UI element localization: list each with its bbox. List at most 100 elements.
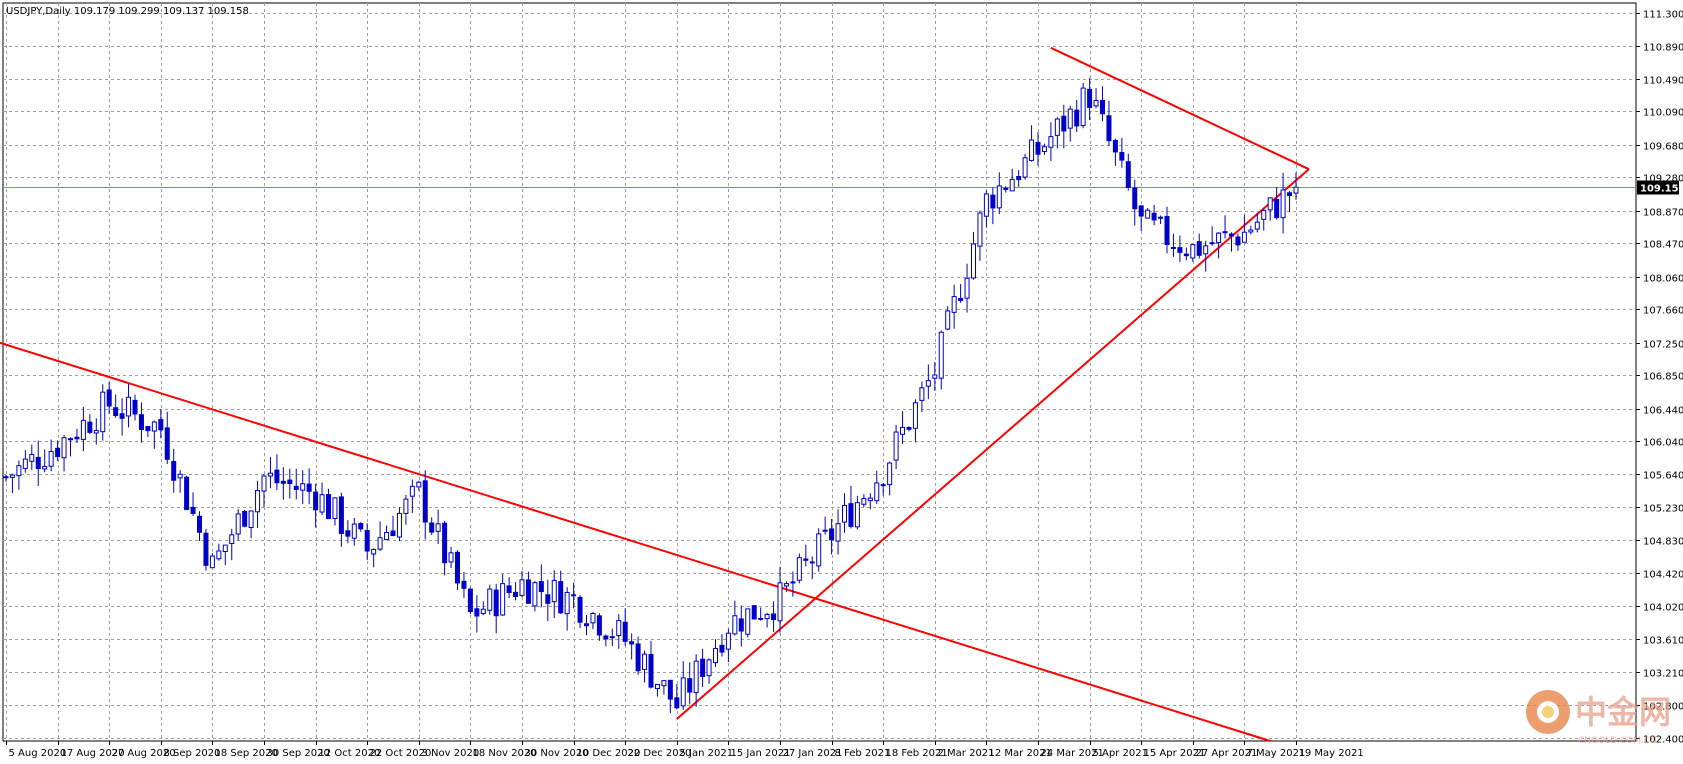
candle[interactable]	[293, 468, 299, 500]
candle[interactable]	[719, 634, 725, 657]
candle[interactable]	[706, 658, 712, 684]
candle[interactable]	[396, 507, 402, 542]
candle[interactable]	[1222, 215, 1228, 239]
candle[interactable]	[1209, 226, 1215, 246]
candle[interactable]	[235, 509, 241, 541]
candle[interactable]	[822, 516, 828, 535]
candle[interactable]	[287, 468, 293, 499]
candle[interactable]	[635, 636, 641, 675]
candle[interactable]	[912, 399, 918, 443]
candle[interactable]	[390, 515, 396, 537]
candle[interactable]	[171, 448, 177, 493]
candle[interactable]	[42, 449, 48, 473]
candle[interactable]	[364, 523, 370, 561]
candle[interactable]	[74, 428, 80, 444]
candle[interactable]	[867, 493, 873, 510]
candle[interactable]	[332, 497, 338, 526]
candle[interactable]	[1067, 105, 1073, 142]
candle[interactable]	[1280, 172, 1286, 234]
candle[interactable]	[816, 528, 822, 572]
candle[interactable]	[255, 480, 261, 529]
candle[interactable]	[493, 583, 499, 634]
candle[interactable]	[900, 411, 906, 444]
candle[interactable]	[835, 509, 841, 555]
candle[interactable]	[1022, 153, 1028, 180]
candle[interactable]	[661, 680, 667, 695]
candle[interactable]	[809, 556, 815, 580]
candle[interactable]	[22, 450, 28, 473]
candle[interactable]	[480, 601, 486, 616]
candle[interactable]	[732, 600, 738, 636]
candle[interactable]	[1274, 187, 1280, 220]
candle[interactable]	[777, 566, 783, 633]
candle[interactable]	[861, 494, 867, 508]
candle[interactable]	[68, 437, 73, 457]
candle[interactable]	[693, 654, 699, 707]
candle[interactable]	[209, 553, 215, 569]
candle[interactable]	[422, 470, 428, 540]
candle[interactable]	[983, 190, 989, 228]
candle[interactable]	[1100, 86, 1105, 122]
candle[interactable]	[700, 648, 706, 688]
candle[interactable]	[1170, 233, 1176, 257]
candle[interactable]	[674, 684, 680, 710]
candle[interactable]	[119, 398, 125, 436]
candle[interactable]	[377, 521, 383, 552]
candle[interactable]	[938, 330, 944, 390]
candle[interactable]	[1093, 88, 1099, 109]
candle[interactable]	[487, 584, 493, 615]
candle[interactable]	[177, 470, 183, 493]
candle[interactable]	[61, 434, 67, 472]
candle[interactable]	[222, 544, 228, 566]
candle[interactable]	[564, 587, 570, 631]
candle[interactable]	[771, 601, 777, 632]
candle[interactable]	[1235, 233, 1241, 251]
candle[interactable]	[474, 595, 480, 633]
candle[interactable]	[1183, 247, 1189, 261]
candle[interactable]	[267, 456, 273, 489]
candle[interactable]	[409, 479, 415, 514]
candle[interactable]	[448, 546, 454, 568]
candle[interactable]	[145, 426, 151, 438]
candle[interactable]	[403, 494, 409, 525]
candle[interactable]	[429, 517, 435, 535]
candle[interactable]	[184, 475, 190, 511]
candle[interactable]	[35, 440, 41, 486]
candle[interactable]	[745, 608, 751, 638]
candle[interactable]	[358, 522, 364, 532]
candle[interactable]	[164, 411, 170, 464]
trendline[interactable]	[676, 168, 1310, 720]
candle[interactable]	[87, 414, 93, 434]
candle[interactable]	[242, 509, 248, 528]
candle[interactable]	[842, 493, 847, 533]
candle[interactable]	[16, 460, 22, 490]
candle[interactable]	[1241, 214, 1247, 243]
trendline[interactable]	[0, 341, 1271, 742]
candle[interactable]	[796, 553, 802, 584]
candle[interactable]	[80, 406, 86, 452]
candle[interactable]	[1106, 100, 1112, 146]
candle[interactable]	[519, 571, 525, 598]
candle[interactable]	[345, 520, 351, 544]
candle[interactable]	[874, 470, 880, 504]
candle[interactable]	[667, 679, 673, 714]
candle[interactable]	[1261, 208, 1267, 231]
candle[interactable]	[1164, 206, 1170, 254]
candle[interactable]	[738, 605, 744, 647]
candle[interactable]	[622, 608, 628, 646]
candle[interactable]	[371, 548, 377, 568]
candle[interactable]	[725, 628, 731, 663]
candle[interactable]	[854, 495, 860, 530]
candle[interactable]	[126, 383, 132, 428]
candle[interactable]	[1248, 225, 1254, 235]
candle[interactable]	[500, 573, 506, 616]
candle[interactable]	[609, 628, 615, 647]
candle[interactable]	[455, 550, 460, 590]
candle[interactable]	[197, 511, 202, 542]
candle[interactable]	[1151, 204, 1157, 226]
price-chart[interactable]: 102.400102.800103.210103.610104.020104.4…	[0, 0, 1683, 764]
candle[interactable]	[442, 520, 448, 576]
candle[interactable]	[919, 381, 925, 413]
candle[interactable]	[971, 231, 976, 280]
candle[interactable]	[132, 394, 138, 421]
